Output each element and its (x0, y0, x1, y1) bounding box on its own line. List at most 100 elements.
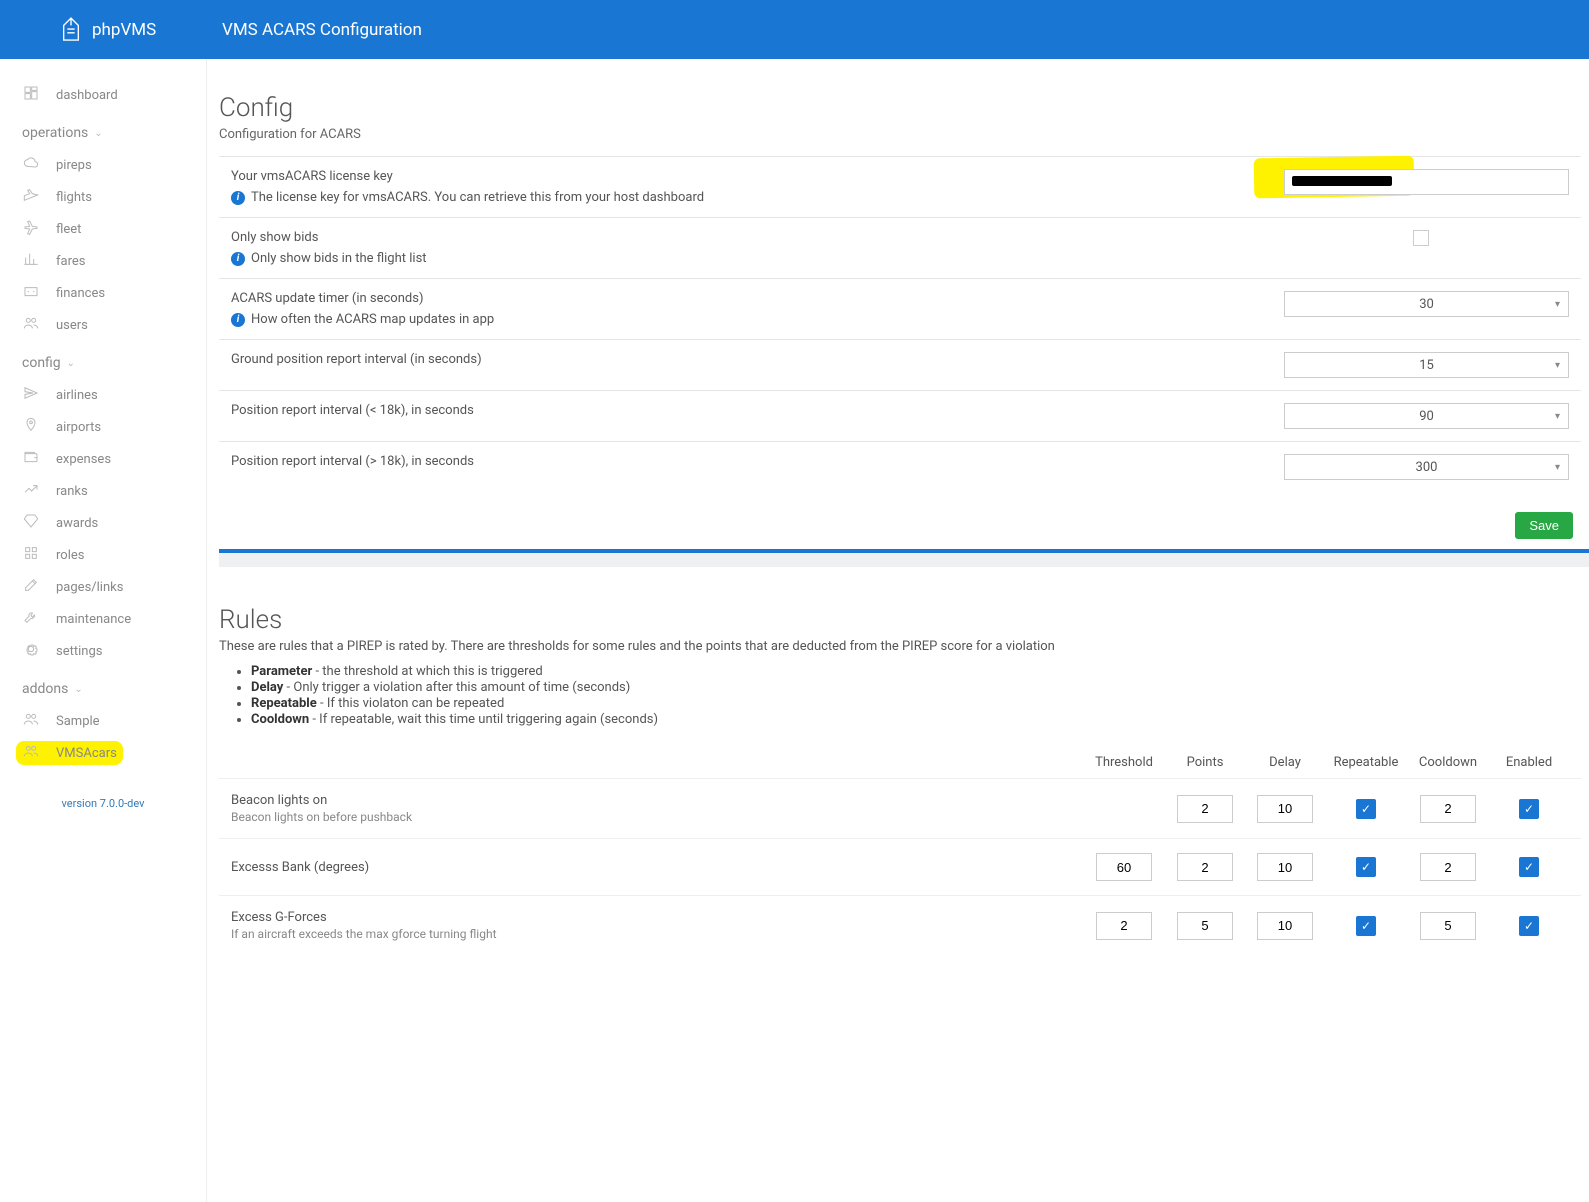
sidebar-item-fleet[interactable]: fleet (22, 213, 206, 245)
sidebar-group-config[interactable]: config⌄ (22, 355, 206, 371)
rule-row: Excess G-ForcesIf an aircraft exceeds th… (219, 895, 1581, 955)
app-header: phpVMS VMS ACARS Configuration (0, 0, 1589, 59)
col-cooldown: Cooldown (1407, 755, 1489, 770)
sidebar-group-operations[interactable]: operations ⌄ (22, 125, 206, 141)
rules-bullet: Parameter - the threshold at which this … (251, 664, 1581, 679)
delay-input[interactable] (1257, 795, 1313, 823)
sidebar-item-settings[interactable]: settings (22, 635, 206, 667)
sidebar-item-label: Sample (56, 714, 100, 729)
sidebar-item-ranks[interactable]: ranks (22, 475, 206, 507)
sidebar-item-airlines[interactable]: airlines (22, 379, 206, 411)
sidebar-item-vmsacars[interactable]: VMSAcars (22, 737, 206, 769)
config-row: ACARS update timer (in seconds)iHow ofte… (219, 278, 1581, 339)
cooldown-input[interactable] (1420, 912, 1476, 940)
config-label: Ground position report interval (in seco… (231, 352, 1269, 367)
sidebar-group-label: operations (22, 125, 88, 141)
takeoff-icon (22, 187, 40, 207)
config-help-text: Only show bids in the flight list (251, 251, 427, 266)
points-input[interactable] (1177, 853, 1233, 881)
caret-down-icon: ▾ (1555, 299, 1560, 310)
config-row: Position report interval (< 18k), in sec… (219, 390, 1581, 441)
sidebar-item-finances[interactable]: finances (22, 277, 206, 309)
sidebar-item-label: airlines (56, 388, 98, 403)
users-icon (22, 743, 40, 763)
checkbox-checked[interactable]: ✓ (1356, 799, 1376, 819)
rule-row: Beacon lights onBeacon lights on before … (219, 778, 1581, 838)
checkbox-checked[interactable]: ✓ (1519, 916, 1539, 936)
grid-icon (22, 545, 40, 565)
delay-input[interactable] (1257, 912, 1313, 940)
sidebar-item-sample[interactable]: Sample (22, 705, 206, 737)
sidebar-item-flights[interactable]: flights (22, 181, 206, 213)
sidebar-group-label: config (22, 355, 61, 371)
select-5[interactable]: 300▾ (1284, 454, 1569, 480)
users-icon (22, 711, 40, 731)
sidebar-item-expenses[interactable]: expenses (22, 443, 206, 475)
cooldown-input[interactable] (1420, 853, 1476, 881)
sidebar-item-fares[interactable]: fares (22, 245, 206, 277)
rules-title: Rules (219, 591, 1581, 639)
wallet-icon (22, 449, 40, 469)
col-enabled: Enabled (1489, 755, 1569, 770)
config-row: Your vmsACARS license keyiThe license ke… (219, 156, 1581, 217)
send-icon (22, 385, 40, 405)
config-label: Position report interval (< 18k), in sec… (231, 403, 1269, 418)
cooldown-input[interactable] (1420, 795, 1476, 823)
main-content: Config Configuration for ACARS Your vmsA… (207, 59, 1589, 1202)
sidebar-item-awards[interactable]: awards (22, 507, 206, 539)
sidebar-item-label: settings (56, 644, 102, 659)
delay-input[interactable] (1257, 853, 1313, 881)
dashboard-icon (22, 85, 40, 105)
checkbox-checked[interactable]: ✓ (1356, 916, 1376, 936)
chart-icon (22, 251, 40, 271)
info-icon: i (231, 191, 245, 205)
sidebar-item-users[interactable]: users (22, 309, 206, 341)
sidebar-item-label: pages/links (56, 580, 123, 595)
wrench-icon (22, 609, 40, 629)
sidebar-group-addons[interactable]: addons⌄ (22, 681, 206, 697)
config-title: Config (219, 79, 1581, 127)
sidebar-item-label: finances (56, 286, 105, 301)
points-input[interactable] (1177, 795, 1233, 823)
rule-desc: Beacon lights on before pushback (231, 810, 1083, 824)
checkbox-checked[interactable]: ✓ (1519, 799, 1539, 819)
config-subtitle: Configuration for ACARS (219, 127, 1581, 142)
rules-bullet: Repeatable - If this violaton can be rep… (251, 696, 1581, 711)
sidebar-item-pireps[interactable]: pireps (22, 149, 206, 181)
info-icon: i (231, 252, 245, 266)
rules-bullet: Delay - Only trigger a violation after t… (251, 680, 1581, 695)
trend-icon (22, 481, 40, 501)
sidebar-item-roles[interactable]: roles (22, 539, 206, 571)
plane-icon (22, 219, 40, 239)
sidebar-item-label: airports (56, 420, 101, 435)
cloud-icon (22, 155, 40, 175)
checkbox-checked[interactable]: ✓ (1519, 857, 1539, 877)
gear-icon (22, 641, 40, 661)
sidebar-item-label: users (56, 318, 88, 333)
checkbox-1[interactable] (1413, 230, 1429, 246)
edit-icon (22, 577, 40, 597)
checkbox-checked[interactable]: ✓ (1356, 857, 1376, 877)
save-button[interactable]: Save (1515, 512, 1573, 539)
config-help-text: The license key for vmsACARS. You can re… (251, 190, 704, 205)
threshold-input[interactable] (1096, 912, 1152, 940)
sidebar-item-maintenance[interactable]: maintenance (22, 603, 206, 635)
select-4[interactable]: 90▾ (1284, 403, 1569, 429)
select-2[interactable]: 30▾ (1284, 291, 1569, 317)
sidebar-item-pages/links[interactable]: pages/links (22, 571, 206, 603)
info-icon: i (231, 313, 245, 327)
threshold-input[interactable] (1096, 853, 1152, 881)
sidebar-item-airports[interactable]: airports (22, 411, 206, 443)
points-input[interactable] (1177, 912, 1233, 940)
rules-header-row: Threshold Points Delay Repeatable Cooldo… (219, 747, 1581, 778)
sidebar-item-label: roles (56, 548, 84, 563)
rule-name: Excesss Bank (degrees) (231, 860, 1083, 875)
version-text: version 7.0.0-dev (0, 797, 206, 810)
rules-desc: These are rules that a PIREP is rated by… (219, 639, 1581, 654)
select-3[interactable]: 15▾ (1284, 352, 1569, 378)
config-row: Only show bidsiOnly show bids in the fli… (219, 217, 1581, 278)
brand-logo[interactable]: phpVMS (60, 16, 200, 44)
chevron-down-icon: ⌄ (94, 128, 102, 139)
caret-down-icon: ▾ (1555, 462, 1560, 473)
sidebar-item-dashboard[interactable]: dashboard (22, 79, 206, 111)
